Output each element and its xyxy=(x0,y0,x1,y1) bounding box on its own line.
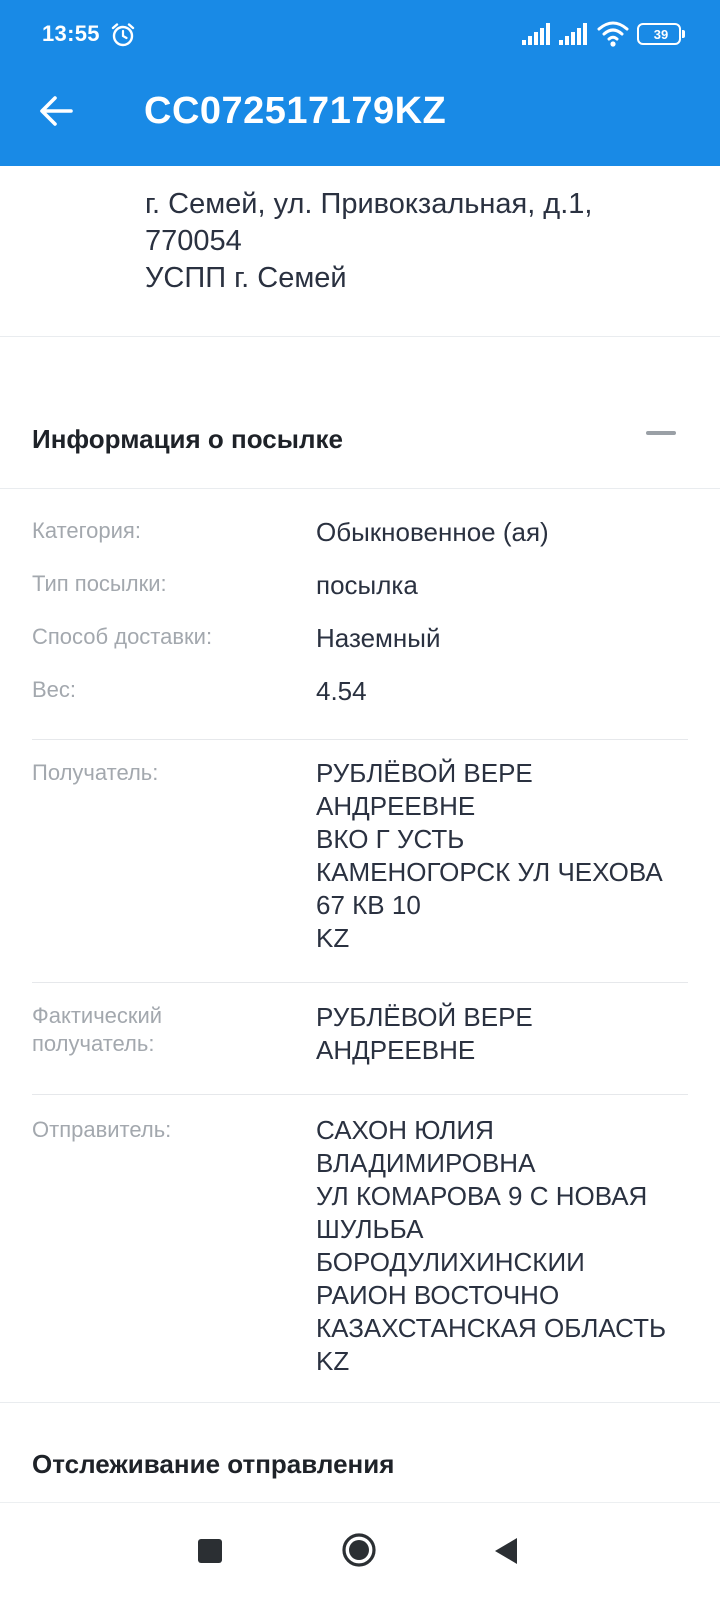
weight-label: Вес: xyxy=(32,677,77,702)
home-icon[interactable] xyxy=(341,1532,377,1568)
battery-icon: 39 xyxy=(637,23,685,45)
sender-label: Отправитель: xyxy=(32,1117,172,1142)
divider xyxy=(32,982,688,983)
sender-value: САХОН ЮЛИЯ ВЛАДИМИРОВНА УЛ КОМАРОВА 9 С … xyxy=(316,1115,667,1376)
navigation-bar xyxy=(0,1502,720,1600)
weight-value: 4.54 xyxy=(316,676,367,706)
status-bar: 13:55 39 xyxy=(0,0,720,56)
parcel-info-title: Информация о посылке xyxy=(32,424,343,454)
tracking-title: Отслеживание отправления xyxy=(32,1449,395,1479)
divider xyxy=(0,336,720,337)
divider xyxy=(32,1094,688,1095)
recipient-label: Получатель: xyxy=(32,760,159,785)
scroll-content[interactable]: г. Семей, ул. Привокзальная, д.1, 770054… xyxy=(0,166,720,1500)
battery-tip xyxy=(682,30,685,38)
delivery-method-label: Способ доставки: xyxy=(32,624,213,649)
parcel-type-label: Тип посылки: xyxy=(32,571,167,596)
signal-icon xyxy=(559,23,587,45)
app-bar: CC072517179KZ xyxy=(0,56,720,166)
divider xyxy=(0,1402,720,1403)
divider xyxy=(32,739,688,740)
actual-recipient-value: РУБЛЁВОЙ ВЕРЕ АНДРЕЕВНЕ xyxy=(316,1002,533,1065)
category-value: Обыкновенное (ая) xyxy=(316,517,549,547)
delivery-method-value: Наземный xyxy=(316,623,441,653)
recents-icon[interactable] xyxy=(198,1539,222,1563)
back-button[interactable] xyxy=(30,84,82,138)
collapse-icon[interactable] xyxy=(646,431,676,435)
screen: 13:55 39 CC072517179KZ г. Семей, ул. При… xyxy=(0,0,720,1600)
arrow-left-icon xyxy=(40,96,73,126)
tracking-number-title: CC072517179KZ xyxy=(144,90,447,132)
battery-level: 39 xyxy=(653,27,669,42)
category-label: Категория: xyxy=(32,518,141,543)
battery-body: 39 xyxy=(637,23,681,45)
divider xyxy=(0,488,720,489)
alarm-icon xyxy=(111,23,135,47)
recipient-value: РУБЛЁВОЙ ВЕРЕ АНДРЕЕВНЕ ВКО Г УСТЬ КАМЕН… xyxy=(316,758,663,953)
back-icon[interactable] xyxy=(493,1536,519,1566)
parcel-type-value: посылка xyxy=(316,570,418,600)
wifi-icon xyxy=(597,21,629,47)
status-time: 13:55 xyxy=(42,21,100,46)
actual-recipient-label: Фактический получатель: xyxy=(32,1003,163,1056)
office-address: г. Семей, ул. Привокзальная, д.1, 770054… xyxy=(145,188,593,294)
signal-icon xyxy=(522,23,550,45)
